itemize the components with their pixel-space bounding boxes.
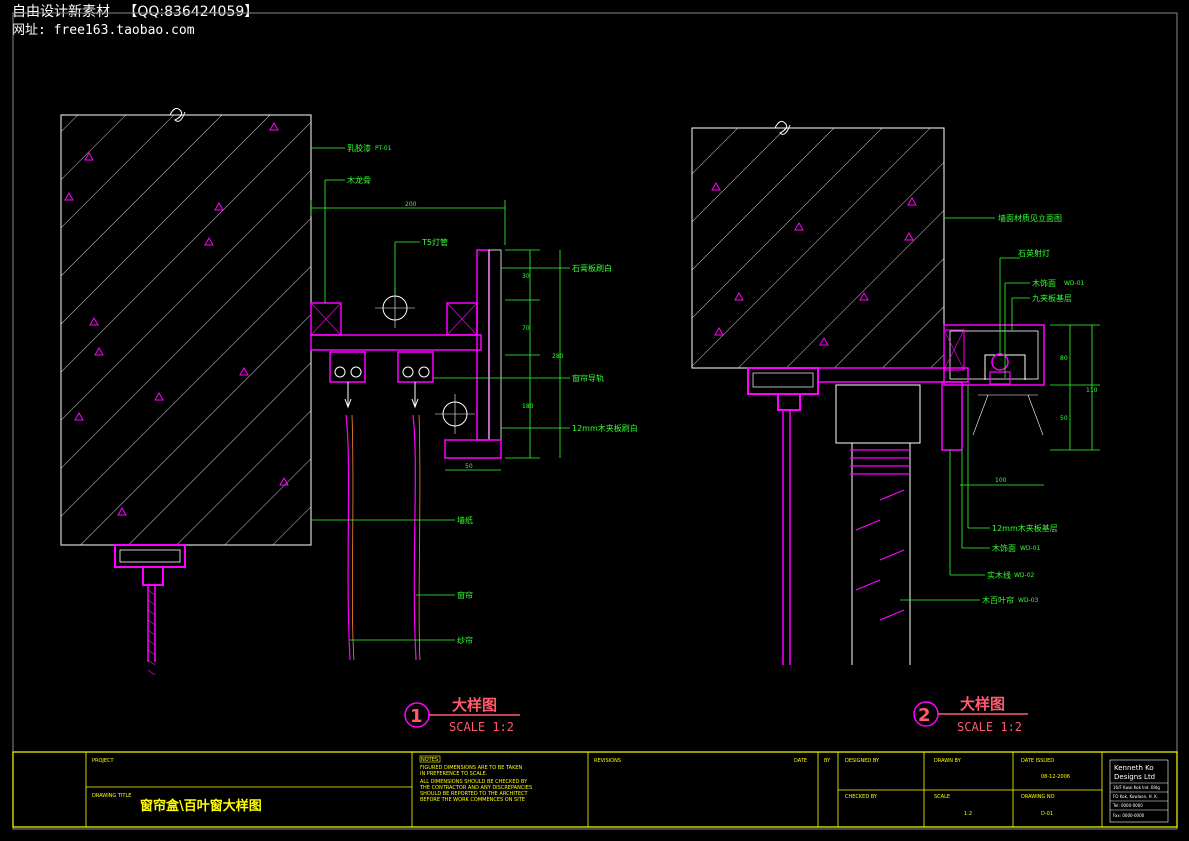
detail-1: 200 30 70 280 180 50 乳胶漆 PT-01 木龙骨 T5灯管 … [60, 107, 638, 734]
detail-2-scale: SCALE 1:2 [957, 720, 1022, 734]
label-wood-trim-2: 木饰面 [992, 543, 1016, 553]
company-name-1: Kenneth Ko [1114, 764, 1154, 772]
label-sheer: 纱帘 [457, 635, 473, 645]
dim-280: 280 [552, 353, 564, 360]
detail-2: 80 110 50 100 墙面材质见立面图 石英射灯 木饰面 WD-01 九夹… [691, 120, 1100, 734]
notes-tag: NOTES [421, 757, 438, 763]
date-issued-label: DATE ISSUED [1021, 758, 1054, 764]
by-label: BY [824, 758, 831, 764]
designed-by-label: DESIGNED BY [845, 758, 880, 764]
checked-by-label: CHECKED BY [845, 794, 878, 800]
label-track: 窗帘导轨 [572, 373, 604, 383]
wall-1 [60, 114, 312, 546]
note-6: BEFORE THE WORK COMMENCES ON SITE [420, 797, 525, 803]
company-line-3: Tel: 0000-0000 [1112, 803, 1143, 808]
label-downlight: 石英射灯 [1018, 248, 1050, 258]
tag-wd03: WD-03 [1018, 597, 1039, 604]
drawn-by-label: DRAWN BY [934, 758, 962, 764]
company-line-2: FO Kok, Kowloon, H. K. [1113, 794, 1158, 799]
label-blind: 木百叶帘 [982, 595, 1014, 605]
scale-label: SCALE [934, 794, 950, 800]
label-latex-paint: 乳胶漆 [347, 143, 371, 153]
date-label: DATE [794, 758, 807, 764]
company-line-1: 16/F Kwai Kok Ind. Bldg [1113, 785, 1160, 790]
title-block: PROJECT DRAWING TITLE 窗帘盒\百叶窗大样图 NOTES F… [12, 751, 1178, 828]
label-nine-board: 九夹板基层 [1032, 293, 1072, 303]
revisions-label: REVISIONS [594, 758, 621, 764]
tag-wd02: WD-02 [1014, 572, 1035, 579]
drawing-title: 窗帘盒\百叶窗大样图 [140, 798, 262, 814]
detail-1-title: 大样图 [452, 696, 497, 714]
detail-1-scale: SCALE 1:2 [449, 720, 514, 734]
label-wood-keel: 木龙骨 [347, 175, 371, 185]
drawing-title-label: DRAWING TITLE [92, 793, 131, 799]
company-line-4: Fax: 0000-0000 [1113, 813, 1145, 818]
dim-200: 200 [405, 201, 417, 208]
label-wood-board: 12mm木夹板刷白 [572, 423, 638, 433]
tag-pt01: PT-01 [375, 145, 392, 152]
company-name-2: Designs Ltd [1114, 773, 1155, 781]
cad-drawing: 200 30 70 280 180 50 乳胶漆 PT-01 木龙骨 T5灯管 … [12, 12, 1178, 830]
dim-80: 80 [1060, 355, 1068, 362]
label-solid-wood: 实木线 [987, 570, 1011, 580]
wall-2 [691, 127, 945, 369]
detail-2-number: 2 [918, 705, 931, 726]
dim-100: 100 [995, 477, 1007, 484]
drawing-no-label: DRAWING NO [1021, 794, 1055, 800]
dim-70: 70 [522, 325, 530, 332]
tag-wd01-b: WD-01 [1020, 545, 1041, 552]
dim-50: 50 [465, 463, 473, 470]
detail-2-title: 大样图 [960, 695, 1005, 713]
dim-30: 30 [522, 273, 530, 280]
project-label: PROJECT [92, 758, 115, 764]
dim-110: 110 [1086, 387, 1098, 394]
drawing-no: D-01 [1041, 811, 1053, 817]
label-board-base: 12mm木夹板基层 [992, 523, 1058, 533]
label-curtain: 窗帘 [457, 590, 473, 600]
dim-50-b: 50 [1060, 415, 1068, 422]
detail-1-number: 1 [410, 706, 423, 727]
note-2: IN PREFERENCE TO SCALE. [420, 771, 488, 777]
label-wood-trim: 木饰面 [1032, 278, 1056, 288]
tag-wd01-a: WD-01 [1064, 280, 1085, 287]
label-wallpaper: 墙纸 [457, 515, 473, 525]
date-issued: 08-12-2006 [1041, 774, 1070, 780]
label-lamp-tube: T5灯管 [421, 237, 448, 247]
dim-180: 180 [522, 403, 534, 410]
label-gypsum-board: 石膏板刷白 [572, 263, 612, 273]
label-wall-ref: 墙面材质见立面图 [998, 213, 1062, 223]
scale-value: 1:2 [964, 811, 972, 817]
